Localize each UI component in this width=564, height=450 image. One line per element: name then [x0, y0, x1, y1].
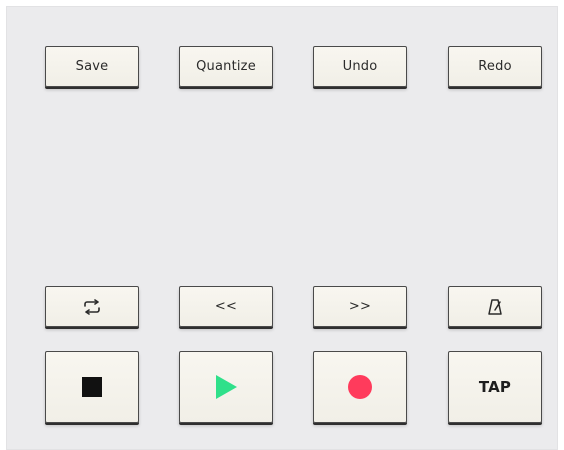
record-button[interactable] — [313, 351, 407, 423]
rewind-button[interactable]: << — [179, 286, 273, 327]
metronome-icon — [488, 298, 502, 315]
loop-button[interactable] — [45, 286, 139, 327]
undo-button-label: Undo — [342, 59, 378, 74]
tap-button-label: TAP — [478, 378, 512, 396]
redo-button-label: Redo — [478, 59, 512, 74]
fast-forward-button[interactable]: >> — [313, 286, 407, 327]
redo-button[interactable]: Redo — [448, 46, 542, 87]
metronome-button[interactable] — [448, 286, 542, 327]
quantize-button-label: Quantize — [196, 59, 256, 74]
play-button[interactable] — [179, 351, 273, 423]
loop-icon — [84, 298, 100, 315]
tap-button[interactable]: TAP — [448, 351, 542, 423]
record-icon — [348, 375, 372, 399]
stop-button[interactable] — [45, 351, 139, 423]
fast-forward-button-label: >> — [348, 299, 372, 314]
undo-button[interactable]: Undo — [313, 46, 407, 87]
save-button-label: Save — [75, 59, 109, 74]
quantize-button[interactable]: Quantize — [179, 46, 273, 87]
control-panel: Save Quantize Undo Redo << >> TAP — [6, 6, 558, 450]
save-button[interactable]: Save — [45, 46, 139, 87]
play-icon — [216, 375, 237, 399]
rewind-button-label: << — [214, 299, 238, 314]
stop-icon — [82, 377, 102, 397]
